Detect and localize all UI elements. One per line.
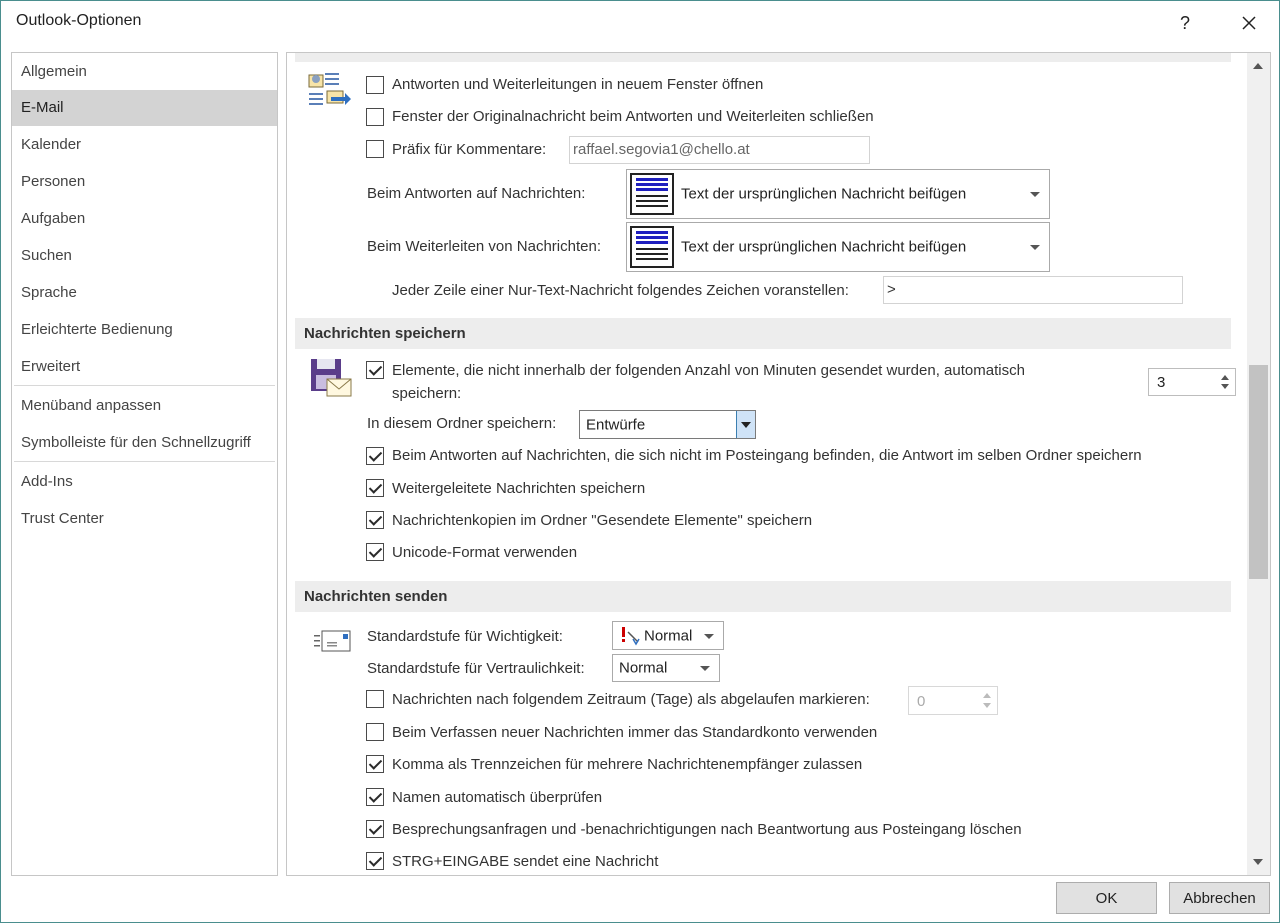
nav-item-menueband[interactable]: Menüband anpassen <box>12 388 277 424</box>
stepper-down-icon[interactable] <box>983 703 991 708</box>
options-dialog: Outlook-Optionen ? Allgemein E-Mail Kale… <box>0 0 1280 923</box>
send-envelope-icon <box>313 629 353 659</box>
comma-separator-checkbox[interactable] <box>366 755 384 773</box>
title-bar: Outlook-Optionen ? <box>1 1 1279 45</box>
nav-separator <box>14 385 275 386</box>
sensitivity-value: Normal <box>619 659 668 677</box>
importance-dropdown[interactable]: Normal <box>612 621 724 650</box>
default-account-label: Beim Verfassen neuer Nachrichten immer d… <box>392 724 878 741</box>
prefix-comments-checkbox[interactable] <box>366 140 384 158</box>
delete-meeting-requests-label: Besprechungsanfragen und -benachrichtigu… <box>392 821 1022 838</box>
reply-mode-label: Beim Antworten auf Nachrichten: <box>367 185 586 202</box>
unicode-label: Unicode-Format verwenden <box>392 544 578 561</box>
save-forwarded-checkbox[interactable] <box>366 479 384 497</box>
nav-item-personen[interactable]: Personen <box>12 164 277 200</box>
scrollbar-thumb[interactable] <box>1249 365 1268 579</box>
chevron-down-icon <box>700 666 710 671</box>
stepper-down-icon[interactable] <box>1221 384 1229 389</box>
autosave-label: Elemente, die nicht innerhalb der folgen… <box>392 362 1025 379</box>
reply-forward-icon <box>307 71 353 119</box>
stepper-up-icon[interactable] <box>1221 375 1229 380</box>
importance-value: Normal <box>644 627 693 644</box>
check-names-checkbox[interactable] <box>366 788 384 806</box>
document-icon <box>630 226 674 268</box>
save-folder-value: Entwürfe <box>586 416 646 433</box>
nav-separator <box>14 461 275 462</box>
section-header-send: Nachrichten senden <box>295 581 1231 612</box>
plaintext-prefix-input[interactable]: > <box>883 276 1183 304</box>
autosave-checkbox[interactable] <box>366 361 384 379</box>
reply-same-folder-label: Beim Antworten auf Nachrichten, die sich… <box>392 447 1142 464</box>
autosave-minutes-value: 3 <box>1157 374 1166 391</box>
forward-mode-dropdown[interactable]: Text der ursprünglichen Nachricht beifüg… <box>626 222 1050 272</box>
reply-mode-dropdown[interactable]: Text der ursprünglichen Nachricht beifüg… <box>626 169 1050 219</box>
scroll-down-icon[interactable] <box>1253 859 1263 865</box>
save-folder-label: In diesem Ordner speichern: <box>367 415 557 432</box>
close-original-label: Fenster der Originalnachricht beim Antwo… <box>392 108 874 125</box>
nav-item-trust-center[interactable]: Trust Center <box>12 501 277 537</box>
save-sent-copies-label: Nachrichtenkopien im Ordner "Gesendete E… <box>392 512 813 529</box>
comma-separator-label: Komma als Trennzeichen für mehrere Nachr… <box>392 756 863 773</box>
forward-mode-label: Beim Weiterleiten von Nachrichten: <box>367 238 601 255</box>
autosave-minutes-stepper[interactable]: 3 <box>1148 368 1236 396</box>
importance-label: Standardstufe für Wichtigkeit: <box>367 628 563 645</box>
help-button[interactable]: ? <box>1163 7 1207 39</box>
ok-button[interactable]: OK <box>1056 882 1157 914</box>
open-new-window-checkbox[interactable] <box>366 76 384 94</box>
section-header-scrolled <box>295 53 1231 62</box>
options-content: Antworten und Weiterleitungen in neuem F… <box>286 52 1271 876</box>
forward-mode-value: Text der ursprünglichen Nachricht beifüg… <box>681 238 967 256</box>
save-envelope-icon <box>309 357 353 403</box>
dialog-title: Outlook-Optionen <box>16 12 142 29</box>
nav-item-kalender[interactable]: Kalender <box>12 127 277 163</box>
prefix-comments-label: Präfix für Kommentare: <box>392 141 547 158</box>
plaintext-prefix-label: Jeder Zeile einer Nur-Text-Nachricht fol… <box>392 282 849 299</box>
nav-item-aufgaben[interactable]: Aufgaben <box>12 201 277 237</box>
sensitivity-dropdown[interactable]: Normal <box>612 654 720 682</box>
prefix-comments-input[interactable]: raffael.segovia1@chello.at <box>569 136 870 164</box>
cancel-button[interactable]: Abbrechen <box>1169 882 1270 914</box>
dropdown-button[interactable] <box>736 411 755 438</box>
importance-icon <box>619 626 641 650</box>
expire-checkbox[interactable] <box>366 690 384 708</box>
reply-same-folder-checkbox[interactable] <box>366 447 384 465</box>
close-icon <box>1242 16 1256 30</box>
nav-item-erweitert[interactable]: Erweitert <box>12 349 277 385</box>
nav-item-erleichterte-bedienung[interactable]: Erleichterte Bedienung <box>12 312 277 348</box>
expire-days-stepper[interactable]: 0 <box>908 686 998 715</box>
stepper-up-icon[interactable] <box>983 693 991 698</box>
chevron-down-icon <box>1030 245 1040 250</box>
close-button[interactable] <box>1227 7 1271 39</box>
save-forwarded-label: Weitergeleitete Nachrichten speichern <box>392 480 646 497</box>
autosave-label-cont: speichern: <box>392 385 462 402</box>
chevron-down-icon <box>741 422 751 428</box>
nav-item-allgemein[interactable]: Allgemein <box>12 54 277 90</box>
default-account-checkbox[interactable] <box>366 723 384 741</box>
nav-item-sprache[interactable]: Sprache <box>12 275 277 311</box>
expire-label: Nachrichten nach folgendem Zeitraum (Tag… <box>392 691 870 708</box>
section-header-save: Nachrichten speichern <box>295 318 1231 349</box>
unicode-checkbox[interactable] <box>366 543 384 561</box>
save-folder-dropdown[interactable]: Entwürfe <box>579 410 756 439</box>
content-scrollbar[interactable] <box>1247 53 1270 875</box>
category-nav: Allgemein E-Mail Kalender Personen Aufga… <box>11 52 278 876</box>
nav-item-suchen[interactable]: Suchen <box>12 238 277 274</box>
ctrl-enter-checkbox[interactable] <box>366 852 384 870</box>
sensitivity-label: Standardstufe für Vertraulichkeit: <box>367 660 585 677</box>
ctrl-enter-label: STRG+EINGABE sendet eine Nachricht <box>392 853 659 870</box>
nav-item-schnellzugriff[interactable]: Symbolleiste für den Schnellzugriff <box>12 425 277 461</box>
nav-item-email[interactable]: E-Mail <box>12 90 277 126</box>
open-new-window-label: Antworten und Weiterleitungen in neuem F… <box>392 76 764 93</box>
check-names-label: Namen automatisch überprüfen <box>392 789 603 806</box>
chevron-down-icon <box>704 633 714 639</box>
close-original-checkbox[interactable] <box>366 108 384 126</box>
chevron-down-icon <box>1030 192 1040 197</box>
nav-item-add-ins[interactable]: Add-Ins <box>12 464 277 500</box>
expire-days-value: 0 <box>917 693 926 710</box>
save-sent-copies-checkbox[interactable] <box>366 511 384 529</box>
reply-mode-value: Text der ursprünglichen Nachricht beifüg… <box>681 185 967 203</box>
delete-meeting-requests-checkbox[interactable] <box>366 820 384 838</box>
scroll-up-icon[interactable] <box>1253 63 1263 69</box>
document-icon <box>630 173 674 215</box>
